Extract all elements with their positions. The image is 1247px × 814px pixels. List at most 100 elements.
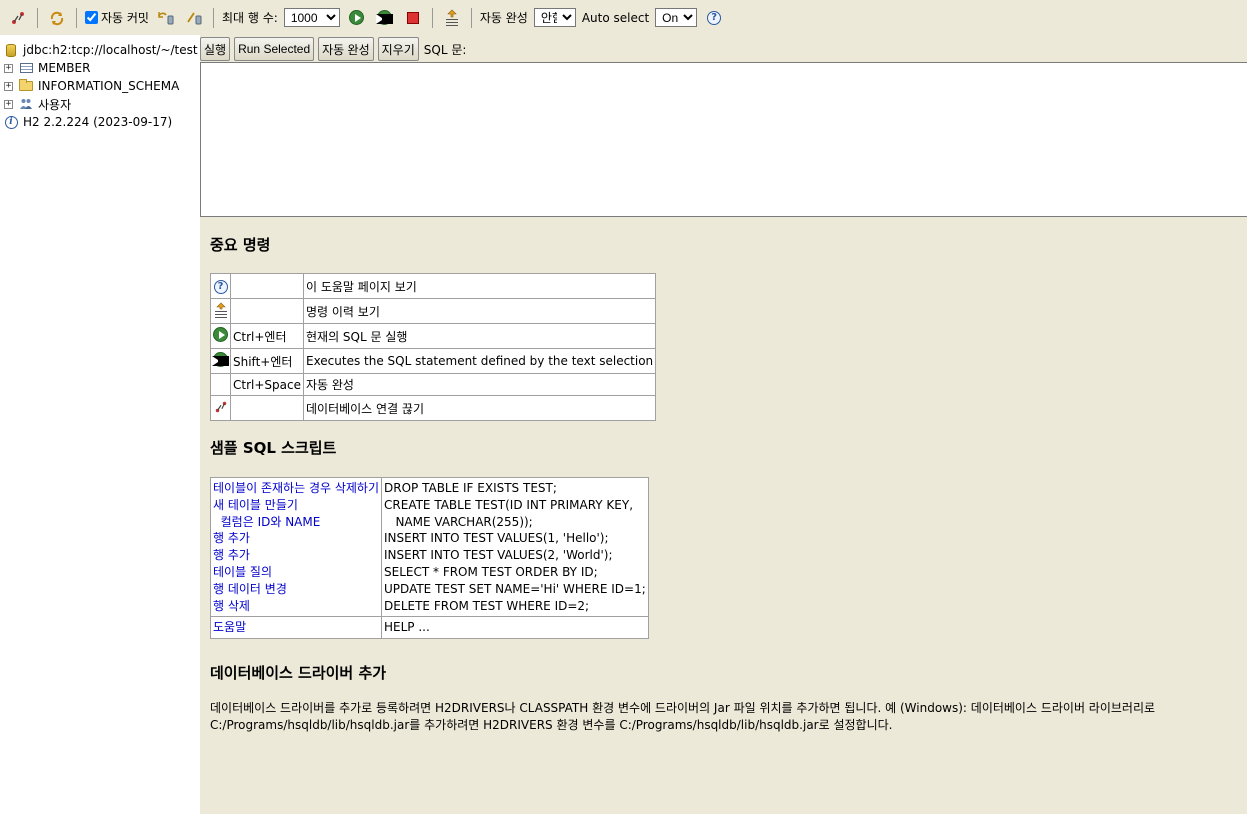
table-row: 데이터베이스 연결 끊기 [210,395,657,421]
shortcut-cell [230,298,304,324]
disconnect-icon [210,395,231,421]
important-commands-title: 중요 명령 [210,236,271,254]
help-content: 중요 명령 ? 이 도움말 페이지 보기 명령 이력 보기 Ctrl+엔터 현재… [209,230,1240,734]
description-cell: 데이터베이스 연결 끊기 [302,395,657,421]
run-icon [210,323,231,349]
shortcut-cell [230,273,304,299]
shortcut-cell: Ctrl+엔터 [230,323,304,349]
sample-sql-table: 테이블이 존재하는 경우 삭제하기 새 테이블 만들기 컬럼은 ID와 NAME… [209,476,649,640]
run-selected-icon [210,348,231,374]
sample-link[interactable]: 새 테이블 만들기 [213,497,379,514]
sql-line: INSERT INTO TEST VALUES(2, 'World'); [384,548,613,563]
run-button[interactable]: 실행 [200,37,231,61]
clear-button[interactable]: 지우기 [377,37,419,61]
tree-item-label: INFORMATION_SCHEMA [38,79,180,93]
help-glyph: ? [707,10,722,25]
description-cell: Executes the SQL statement defined by th… [302,348,657,374]
database-icon [4,43,18,57]
sql-line: INSERT INTO TEST VALUES(1, 'Hello'); [384,531,609,546]
history-icon[interactable] [441,7,463,29]
command-bar: 실행 Run Selected 자동 완성 지우기 SQL 문: [200,37,466,61]
max-rows-label: 최대 행 수: [221,11,278,25]
stop-icon[interactable] [402,7,424,29]
tree-item-label: 사용자 [38,97,72,112]
empty-icon-cell [210,373,231,396]
sql-line: CREATE TABLE TEST(ID INT PRIMARY KEY, [384,497,634,512]
run-selected-button[interactable]: Run Selected [234,37,315,61]
shortcut-cell [230,395,304,421]
tree-item-users[interactable]: + 사용자 [0,95,200,113]
table-row: Shift+엔터 Executes the SQL statement defi… [210,348,657,374]
description-cell: 명령 이력 보기 [302,298,657,324]
help-icon: ? [210,273,231,299]
expand-icon[interactable]: + [4,63,13,73]
auto-commit-checkbox[interactable]: 자동 커밋 [85,9,149,26]
sample-sql-title: 샘플 SQL 스크립트 [210,439,337,457]
auto-commit-check[interactable] [85,11,98,24]
shortcut-cell: Ctrl+Space [230,373,304,396]
folder-icon [19,79,33,93]
commit-icon[interactable] [183,7,205,29]
table-row: ? 이 도움말 페이지 보기 [210,273,657,299]
description-cell: 이 도움말 페이지 보기 [302,273,657,299]
toolbar-separator [76,7,77,28]
users-icon [19,97,33,111]
sql-line: DROP TABLE IF EXISTS TEST; [384,481,557,495]
add-driver-text: 데이터베이스 드라이버를 추가로 등록하려면 H2DRIVERS나 CLASSP… [210,701,1156,733]
help-sql-cell: HELP ... [381,616,649,640]
help-link[interactable]: 도움말 [213,620,246,634]
table-icon [19,61,33,75]
expand-icon[interactable]: + [4,81,13,91]
expand-icon[interactable]: + [4,99,13,109]
version-label: H2 2.2.224 (2023-09-17) [23,115,173,129]
sql-input[interactable] [200,62,1247,217]
table-row: 명령 이력 보기 [210,298,657,324]
tree-connection[interactable]: jdbc:h2:tcp://localhost/~/test [0,41,200,59]
description-cell: 현재의 SQL 문 실행 [302,323,657,349]
important-commands-table: ? 이 도움말 페이지 보기 명령 이력 보기 Ctrl+엔터 현재의 SQL … [210,273,657,421]
help-link-cell: 도움말 [209,616,383,640]
autocomplete-select[interactable]: 안함 [533,8,576,27]
sample-sql-cell: DROP TABLE IF EXISTS TEST; CREATE TABLE … [381,476,649,618]
rollback-icon[interactable] [155,7,177,29]
table-row: 테이블이 존재하는 경우 삭제하기 새 테이블 만들기 컬럼은 ID와 NAME… [209,476,649,618]
toolbar-separator [212,7,214,28]
connection-url: jdbc:h2:tcp://localhost/~/test [23,43,198,57]
sample-link[interactable]: 행 삭제 [213,598,379,615]
max-rows-select[interactable]: 1000 [283,8,340,27]
history-icon [210,298,231,324]
info-icon: i [4,115,18,129]
tree-version: i H2 2.2.224 (2023-09-17) [0,113,200,131]
sql-statement-label: SQL 문: [423,42,467,57]
refresh-icon[interactable] [46,7,68,29]
tree-item-member[interactable]: + MEMBER [0,59,200,77]
table-row: 도움말 HELP ... [209,616,649,640]
autocomplete-label: 자동 완성 [479,11,528,25]
run-selected-icon[interactable] [374,7,396,29]
toolbar: 자동 커밋 최대 행 수: 1000 자동 완성 안함 Auto select … [0,0,1247,35]
sample-link[interactable]: 행 추가 [213,530,379,547]
description-cell: 자동 완성 [302,373,657,396]
tree-item-label: MEMBER [38,61,91,75]
auto-commit-label: 자동 커밋 [101,11,149,25]
sample-link[interactable]: 행 추가 [213,547,379,564]
table-row: Ctrl+Space 자동 완성 [210,373,657,396]
autocomplete-button[interactable]: 자동 완성 [318,37,374,61]
disconnect-icon[interactable] [7,7,29,29]
tree-item-information-schema[interactable]: + INFORMATION_SCHEMA [0,77,200,95]
sql-line: DELETE FROM TEST WHERE ID=2; [384,598,590,613]
sql-line: NAME VARCHAR(255)); [384,514,533,529]
sample-link[interactable]: 테이블이 존재하는 경우 삭제하기 [213,480,379,497]
run-icon[interactable] [346,7,368,29]
add-driver-title: 데이터베이스 드라이버 추가 [210,664,387,683]
sample-link[interactable]: 테이블 질의 [213,564,379,581]
auto-select-select[interactable]: On [655,8,698,27]
sample-link[interactable]: 행 데이터 변경 [213,581,379,598]
sample-link[interactable]: 컬럼은 ID와 NAME [213,514,379,531]
sample-labels-cell: 테이블이 존재하는 경우 삭제하기 새 테이블 만들기 컬럼은 ID와 NAME… [209,476,383,618]
toolbar-separator [470,7,472,28]
object-tree: jdbc:h2:tcp://localhost/~/test + MEMBER … [0,35,200,814]
toolbar-separator [431,7,433,28]
help-icon[interactable]: ? [703,7,725,29]
sql-line: UPDATE TEST SET NAME='Hi' WHERE ID=1; [384,581,646,596]
